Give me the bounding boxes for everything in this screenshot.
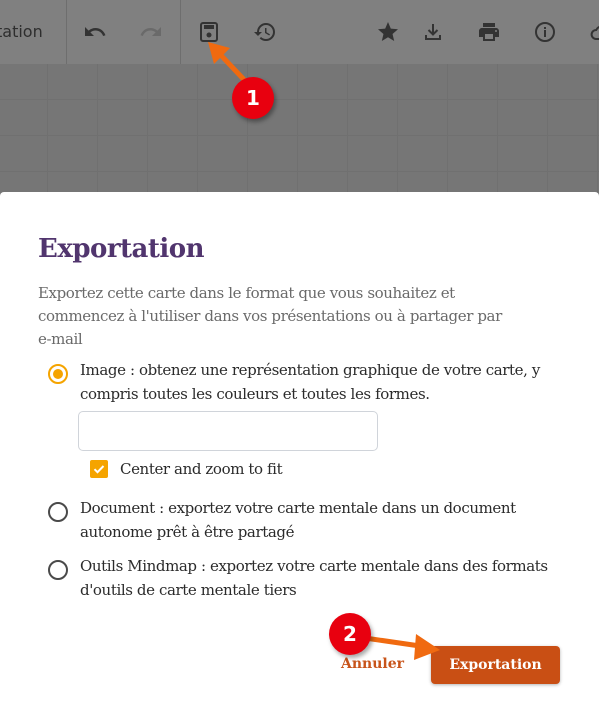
option-mindmap-tools-label: Outils Mindmap : exportez votre carte me… xyxy=(80,557,548,599)
toolbar: tation xyxy=(0,0,599,64)
star-icon xyxy=(378,22,398,41)
radio-dot xyxy=(53,369,63,379)
option-image[interactable]: Image : obtenez une représentation graph… xyxy=(48,358,560,406)
redo-icon xyxy=(140,27,161,36)
center-zoom-checkbox[interactable] xyxy=(90,460,108,478)
center-zoom-label: Center and zoom to fit xyxy=(120,460,283,478)
toolbar-divider xyxy=(66,0,67,64)
option-document-label: Document : exportez votre carte mentale … xyxy=(80,499,516,541)
history-icon xyxy=(254,23,275,42)
toolbar-divider xyxy=(180,0,181,64)
undo-button[interactable] xyxy=(83,20,107,44)
export-dialog: Exportation Exportez cette carte dans le… xyxy=(0,192,599,723)
redo-button[interactable] xyxy=(139,20,163,44)
annotation-badge-1: 1 xyxy=(232,77,274,119)
export-button[interactable]: Exportation xyxy=(431,646,560,684)
center-zoom-row[interactable]: Center and zoom to fit xyxy=(90,460,283,478)
radio-image[interactable] xyxy=(48,364,68,384)
cloud-icon xyxy=(590,26,599,40)
info-button[interactable] xyxy=(533,20,557,44)
checkmark-icon xyxy=(93,465,105,474)
download-button[interactable] xyxy=(421,20,445,44)
star-button[interactable] xyxy=(376,20,400,44)
option-document[interactable]: Document : exportez votre carte mentale … xyxy=(48,496,560,544)
dialog-title: Exportation xyxy=(38,234,205,264)
document-title: tation xyxy=(0,22,43,41)
save-icon xyxy=(200,22,218,42)
undo-icon xyxy=(85,27,106,36)
print-button[interactable] xyxy=(477,20,501,44)
radio-mindmap-tools[interactable] xyxy=(48,560,68,580)
download-icon xyxy=(425,24,441,40)
print-icon xyxy=(479,23,499,41)
dialog-description: Exportez cette carte dans le format que … xyxy=(38,284,502,348)
radio-document[interactable] xyxy=(48,502,68,522)
save-button[interactable] xyxy=(197,20,221,44)
annotation-badge-2: 2 xyxy=(329,613,371,655)
info-icon xyxy=(535,22,555,42)
history-button[interactable] xyxy=(253,20,277,44)
cloud-button[interactable] xyxy=(589,20,599,44)
option-mindmap-tools[interactable]: Outils Mindmap : exportez votre carte me… xyxy=(48,554,560,602)
option-image-label: Image : obtenez une représentation graph… xyxy=(80,361,540,403)
image-format-input[interactable] xyxy=(78,411,378,451)
cancel-button[interactable]: Annuler xyxy=(341,656,404,672)
